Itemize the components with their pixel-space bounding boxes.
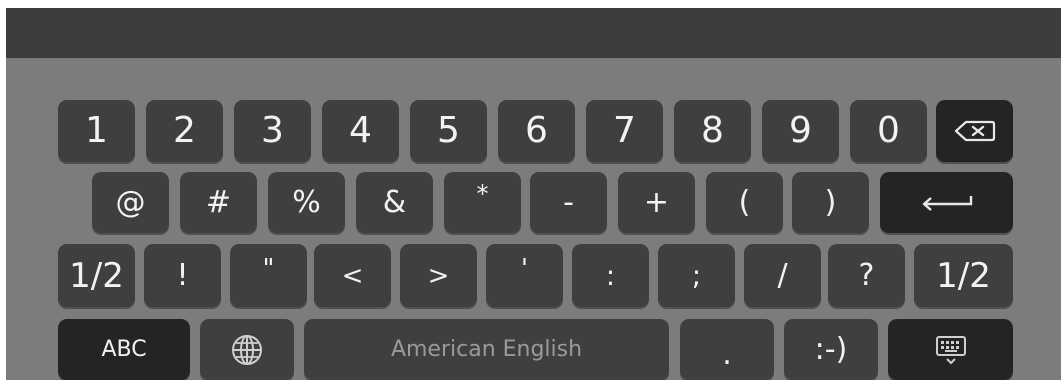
key-smiley[interactable]: :-) [784, 319, 878, 380]
key-label: # [205, 184, 232, 220]
key-close-paren[interactable]: ) [792, 172, 869, 233]
top-bar [6, 8, 1061, 58]
key-ampersand[interactable]: & [356, 172, 433, 233]
key-label: 6 [525, 110, 548, 151]
key-semicolon[interactable]: ; [658, 244, 735, 307]
key-4[interactable]: 4 [322, 100, 399, 162]
key-0[interactable]: 0 [850, 100, 927, 162]
key-label: 5 [437, 110, 460, 151]
backspace-icon [954, 120, 996, 142]
key-label: : [605, 258, 616, 292]
key-less-than[interactable]: < [314, 244, 391, 307]
key-apostrophe[interactable]: ' [486, 244, 563, 307]
key-plus[interactable]: + [618, 172, 695, 233]
key-label: ; [691, 258, 702, 292]
on-screen-keyboard: 1 2 3 4 5 6 7 8 9 0 @ # % & * - + ( ) 1/… [6, 58, 1061, 380]
key-percent[interactable]: % [268, 172, 345, 233]
key-label: / [777, 257, 788, 293]
key-label: % [292, 184, 321, 220]
key-at[interactable]: @ [92, 172, 169, 233]
enter-key[interactable] [880, 172, 1013, 233]
key-label: 9 [789, 110, 812, 151]
backspace-key[interactable] [936, 100, 1013, 162]
key-label: + [643, 184, 670, 220]
key-2[interactable]: 2 [146, 100, 223, 162]
key-slash[interactable]: / [744, 244, 821, 307]
key-half-left[interactable]: 1/2 [58, 244, 135, 307]
key-7[interactable]: 7 [586, 100, 663, 162]
key-label: 1 [85, 110, 108, 151]
key-label: 7 [613, 110, 636, 151]
key-label: ( [738, 184, 751, 220]
key-3[interactable]: 3 [234, 100, 311, 162]
key-8[interactable]: 8 [674, 100, 751, 162]
key-5[interactable]: 5 [410, 100, 487, 162]
key-greater-than[interactable]: > [400, 244, 477, 307]
key-label: 8 [701, 110, 724, 151]
key-label: ) [824, 184, 837, 220]
key-label: - [563, 184, 574, 220]
key-label: ABC [101, 336, 147, 362]
key-asterisk[interactable]: * [444, 172, 521, 233]
enter-icon [921, 194, 973, 212]
key-period[interactable]: . [680, 319, 774, 380]
screen: 1 2 3 4 5 6 7 8 9 0 @ # % & * - + ( ) 1/… [0, 0, 1061, 380]
key-label: 4 [349, 110, 372, 151]
key-open-paren[interactable]: ( [706, 172, 783, 233]
key-label: " [262, 253, 275, 284]
key-label: ' [520, 253, 529, 284]
key-exclamation[interactable]: ! [144, 244, 221, 307]
key-label: < [341, 260, 364, 291]
key-label: :-) [814, 331, 848, 367]
key-hash[interactable]: # [180, 172, 257, 233]
abc-key[interactable]: ABC [58, 319, 190, 380]
keyboard-hide-icon [934, 335, 968, 365]
key-colon[interactable]: : [572, 244, 649, 307]
globe-key[interactable] [200, 319, 294, 380]
key-label: 0 [877, 110, 900, 151]
key-label: 2 [173, 110, 196, 151]
key-1[interactable]: 1 [58, 100, 135, 162]
key-label: * [476, 179, 489, 208]
key-double-quote[interactable]: " [230, 244, 307, 307]
hide-keyboard-key[interactable] [888, 319, 1013, 380]
space-bar[interactable]: American English [304, 319, 669, 380]
key-6[interactable]: 6 [498, 100, 575, 162]
key-label: 3 [261, 110, 284, 151]
key-label: ? [858, 257, 875, 293]
key-label: & [382, 184, 407, 220]
globe-icon [230, 333, 264, 367]
key-9[interactable]: 9 [762, 100, 839, 162]
key-label: 1/2 [69, 255, 124, 296]
key-label: > [427, 260, 450, 291]
key-label: . [722, 336, 732, 372]
key-label: ! [176, 257, 189, 293]
key-label: 1/2 [936, 255, 991, 296]
key-minus[interactable]: - [530, 172, 607, 233]
space-bar-label: American English [390, 336, 583, 362]
key-question[interactable]: ? [828, 244, 905, 307]
key-label: @ [115, 184, 146, 220]
key-half-right[interactable]: 1/2 [914, 244, 1013, 307]
